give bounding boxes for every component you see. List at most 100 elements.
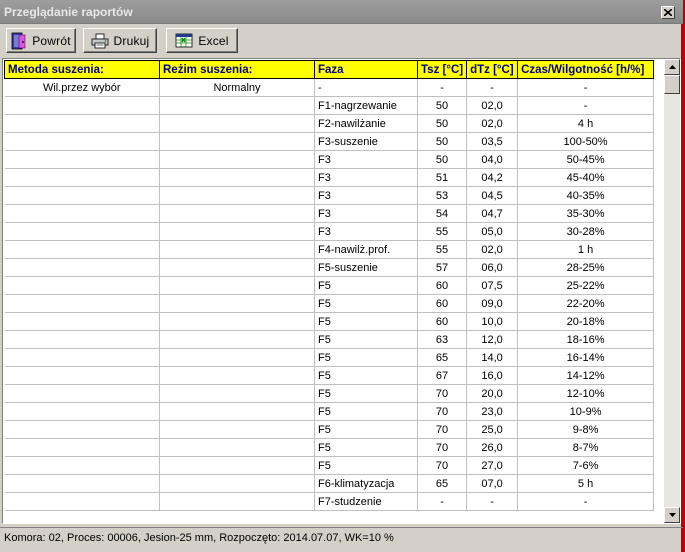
print-button[interactable]: Drukuj [83, 28, 157, 53]
scroll-up-button[interactable] [664, 59, 680, 75]
table-cell: F5 [314, 456, 418, 475]
table-cell: 25-22% [517, 276, 655, 295]
table-row[interactable]: F5 70 25,0 9-8% [4, 420, 655, 439]
table-row[interactable]: Wil.przez wybór Normalny - - - - [4, 78, 655, 97]
table-cell [4, 258, 160, 277]
table-row[interactable]: F5 60 07,5 25-22% [4, 276, 655, 295]
table-cell [4, 186, 160, 205]
table-cell [159, 294, 315, 313]
table-row[interactable]: F5 60 09,0 22-20% [4, 294, 655, 313]
table-cell: 04,7 [466, 204, 519, 223]
close-button[interactable] [661, 6, 675, 19]
table-row[interactable]: F5 63 12,0 18-16% [4, 330, 655, 349]
table-cell [159, 258, 315, 277]
table-row[interactable]: F5 65 14,0 16-14% [4, 348, 655, 367]
column-header[interactable]: Faza [314, 60, 418, 79]
table-cell [159, 420, 315, 439]
table-cell: 4 h [517, 114, 655, 133]
table-row[interactable]: F3 53 04,5 40-35% [4, 186, 655, 205]
table-cell: F5 [314, 312, 418, 331]
arrow-up-icon [668, 65, 676, 69]
vertical-scrollbar[interactable] [664, 59, 680, 523]
scroll-thumb[interactable] [664, 75, 680, 94]
table-cell [4, 312, 160, 331]
table-cell: 7-6% [517, 456, 655, 475]
table-cell: - [517, 492, 655, 511]
table-cell: 04,2 [466, 168, 519, 187]
status-bar: Komora: 02, Proces: 00006, Jesion-25 mm,… [0, 527, 683, 550]
table-cell: F5 [314, 384, 418, 403]
table-row[interactable]: F3 51 04,2 45-40% [4, 168, 655, 187]
table-row[interactable]: F5 60 10,0 20-18% [4, 312, 655, 331]
table-row[interactable]: F5 70 20,0 12-10% [4, 384, 655, 403]
table-cell: F3-suszenie [314, 132, 418, 151]
table-cell [159, 312, 315, 331]
table-cell: - [517, 96, 655, 115]
excel-button-label: Excel [198, 33, 229, 48]
back-button[interactable]: Powrót [6, 28, 76, 53]
table-cell: 12,0 [466, 330, 519, 349]
table-cell [4, 204, 160, 223]
table-cell: 02,0 [466, 114, 519, 133]
column-header[interactable]: Czas/Wilgotność [h/%] [517, 60, 655, 79]
table-row[interactable]: F2-nawilżanie 50 02,0 4 h [4, 114, 655, 133]
table-cell: 9-8% [517, 420, 655, 439]
report-table: Metoda suszenia: Reżim suszenia: Faza Ts… [4, 60, 655, 511]
report-grid[interactable]: Metoda suszenia: Reżim suszenia: Faza Ts… [2, 58, 681, 524]
table-row[interactable]: F3 55 05,0 30-28% [4, 222, 655, 241]
table-cell: F7-studzenie [314, 492, 418, 511]
table-cell [159, 114, 315, 133]
table-row[interactable]: F5 70 26,0 8-7% [4, 438, 655, 457]
table-cell [159, 240, 315, 259]
table-row[interactable]: F3 50 04,0 50-45% [4, 150, 655, 169]
table-row[interactable]: F6-klimatyzacja 65 07,0 5 h [4, 474, 655, 493]
table-cell: 16,0 [466, 366, 519, 385]
table-cell: 45-40% [517, 168, 655, 187]
table-row[interactable]: F3-suszenie 50 03,5 100-50% [4, 132, 655, 151]
table-cell: 55 [417, 222, 468, 241]
table-row[interactable]: F5 67 16,0 14-12% [4, 366, 655, 385]
column-header[interactable]: dTz [°C] [466, 60, 519, 79]
table-row[interactable]: F5 70 23,0 10-9% [4, 402, 655, 421]
table-cell: F5 [314, 402, 418, 421]
table-row[interactable]: F1-nagrzewanie 50 02,0- [4, 96, 655, 115]
table-cell: 51 [417, 168, 468, 187]
report-viewer-window: Przeglądanie raportów Powrót Drukuj Exce… [0, 0, 683, 552]
table-cell: 09,0 [466, 294, 519, 313]
window-title: Przeglądanie raportów [4, 5, 133, 19]
table-cell: 57 [417, 258, 468, 277]
table-cell: - [517, 78, 655, 97]
table-cell: 22-20% [517, 294, 655, 313]
table-cell: 8-7% [517, 438, 655, 457]
excel-button[interactable]: Excel [166, 28, 238, 53]
table-cell: 50 [417, 114, 468, 133]
table-cell: 04,0 [466, 150, 519, 169]
column-header[interactable]: Reżim suszenia: [159, 60, 315, 79]
table-row[interactable]: F3 54 04,7 35-30% [4, 204, 655, 223]
table-cell: F5-suszenie [314, 258, 418, 277]
table-row[interactable]: F5-suszenie 57 06,0 28-25% [4, 258, 655, 277]
table-cell: F5 [314, 438, 418, 457]
scroll-down-button[interactable] [664, 507, 680, 523]
table-cell: 54 [417, 204, 468, 223]
table-cell: 26,0 [466, 438, 519, 457]
table-cell [4, 96, 160, 115]
table-row[interactable]: F7-studzenie - - - [4, 492, 655, 511]
table-cell [159, 492, 315, 511]
column-header[interactable]: Tsz [°C] [416, 60, 468, 79]
table-row[interactable]: F5 70 27,0 7-6% [4, 456, 655, 475]
table-cell [4, 420, 160, 439]
table-row[interactable]: F4-nawilż.prof. 55 02,0 1 h [4, 240, 655, 259]
table-cell: 27,0 [466, 456, 519, 475]
table-cell [159, 348, 315, 367]
table-cell: 18-16% [517, 330, 655, 349]
column-header[interactable]: Metoda suszenia: [4, 60, 160, 79]
table-cell [159, 186, 315, 205]
table-cell: 60 [417, 312, 468, 331]
table-cell [4, 168, 160, 187]
table-cell: 14,0 [466, 348, 519, 367]
table-cell [159, 366, 315, 385]
table-cell: F5 [314, 348, 418, 367]
table-cell: 67 [417, 366, 468, 385]
table-cell: 50-45% [517, 150, 655, 169]
